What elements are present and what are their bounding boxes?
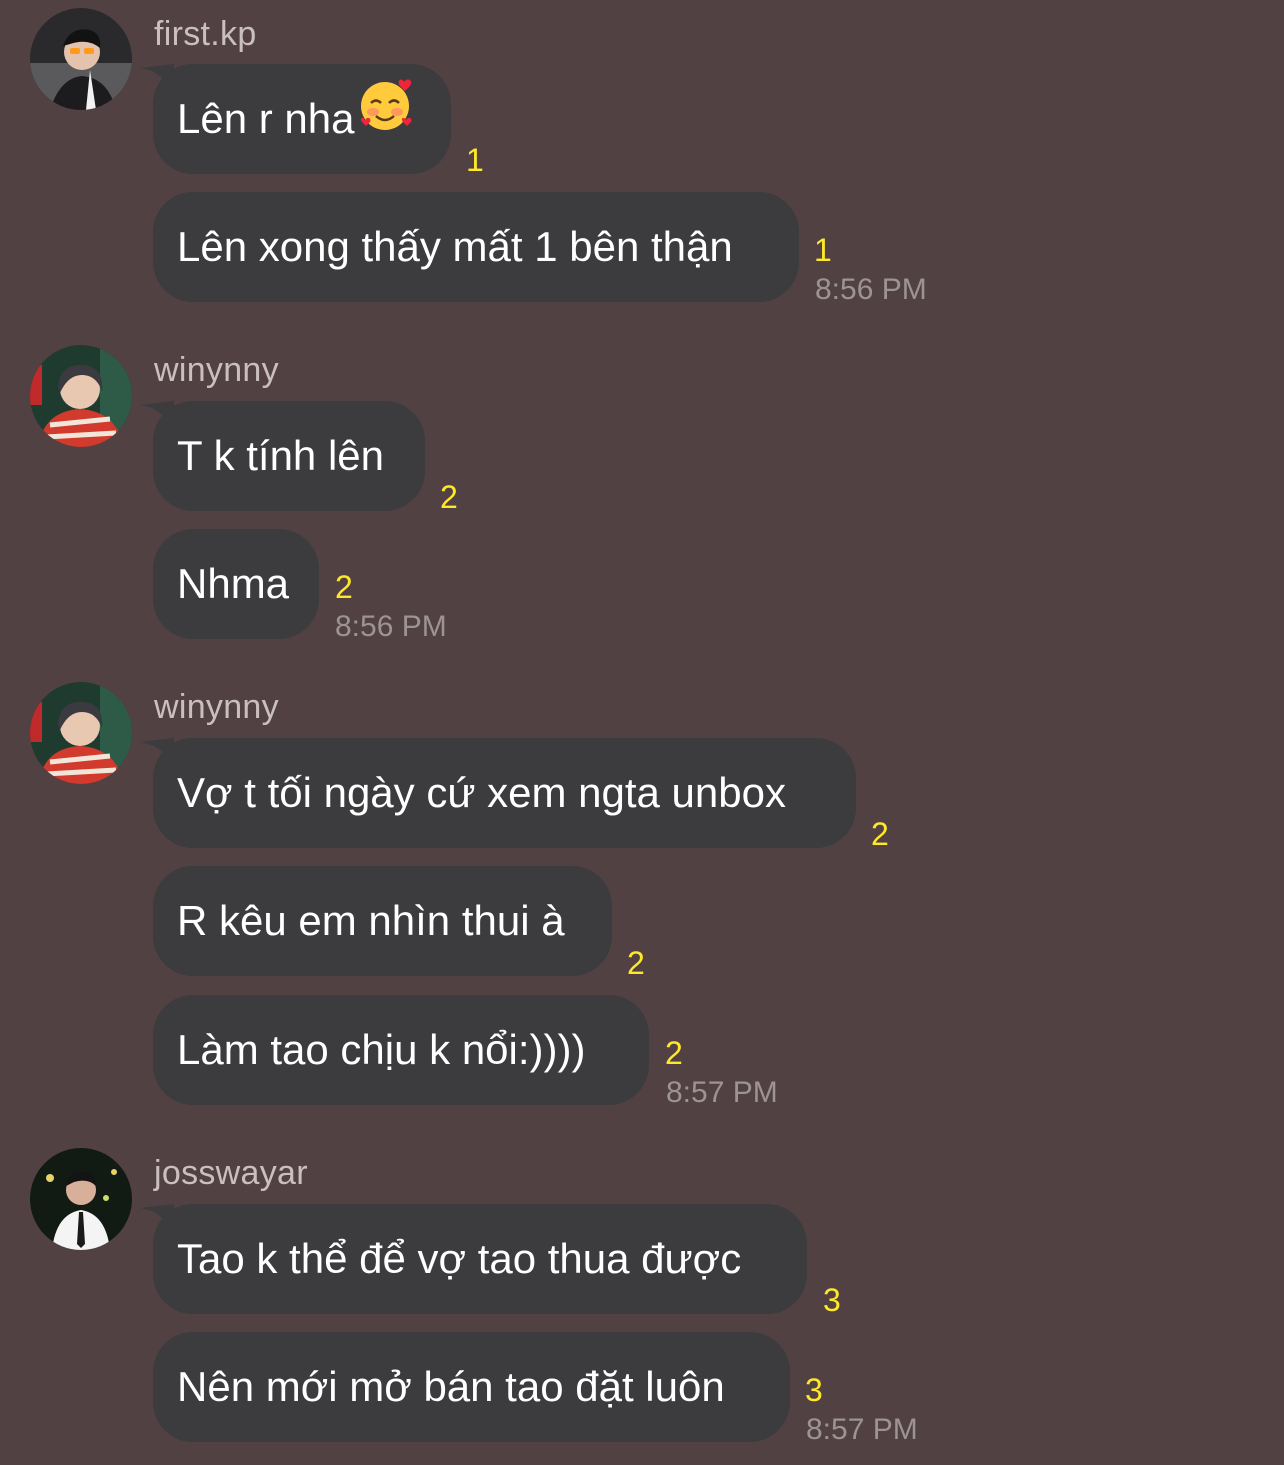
message-text: Lên xong thấy mất 1 bên thận <box>177 223 733 270</box>
message-text: Nhma <box>177 560 290 607</box>
profile-photo <box>30 682 132 784</box>
message-bubble[interactable]: Nên mới mở bán tao đặt luôn <box>153 1332 790 1442</box>
seen-count: 3 <box>805 1372 823 1408</box>
timestamp: 8:57 PM <box>666 1076 778 1109</box>
avatar[interactable] <box>30 1148 132 1250</box>
seen-count: 2 <box>871 816 889 852</box>
message-text: R kêu em nhìn thui à <box>177 897 565 944</box>
profile-photo <box>30 345 132 447</box>
timestamp: 8:56 PM <box>815 273 927 306</box>
seen-count: 3 <box>823 1282 841 1318</box>
message-text: Nên mới mở bán tao đặt luôn <box>177 1363 725 1410</box>
message-text: T k tính lên <box>177 432 385 479</box>
message-bubble[interactable]: R kêu em nhìn thui à <box>153 866 612 976</box>
timestamp: 8:57 PM <box>806 1413 918 1446</box>
message-bubble[interactable]: Lên r nha <box>153 64 451 174</box>
seen-count: 2 <box>440 479 458 515</box>
message-text: Tao k thể để vợ tao thua được <box>177 1235 742 1282</box>
profile-photo <box>30 8 132 110</box>
message-bubble[interactable]: Làm tao chịu k nổi:)))) <box>153 995 649 1105</box>
sender-name[interactable]: first.kp <box>154 14 257 54</box>
message-bubble[interactable]: Lên xong thấy mất 1 bên thận <box>153 192 799 302</box>
message-bubble[interactable]: Tao k thể để vợ tao thua được <box>153 1204 807 1314</box>
smiling-face-with-hearts-icon <box>358 63 414 173</box>
seen-count: 2 <box>335 569 353 605</box>
seen-count: 2 <box>665 1035 683 1071</box>
avatar[interactable] <box>30 345 132 447</box>
seen-count: 1 <box>814 232 832 268</box>
avatar[interactable] <box>30 682 132 784</box>
profile-photo <box>30 1148 132 1250</box>
message-bubble[interactable]: Vợ t tối ngày cứ xem ngta unbox <box>153 738 856 848</box>
message-bubble[interactable]: Nhma <box>153 529 319 639</box>
sender-name[interactable]: winynny <box>154 687 279 727</box>
message-text: Làm tao chịu k nổi:)))) <box>177 1026 586 1073</box>
message-bubble[interactable]: T k tính lên <box>153 401 425 511</box>
seen-count: 1 <box>466 142 484 178</box>
message-text: Vợ t tối ngày cứ xem ngta unbox <box>177 769 786 816</box>
timestamp: 8:56 PM <box>335 610 447 643</box>
avatar[interactable] <box>30 8 132 110</box>
sender-name[interactable]: winynny <box>154 350 279 390</box>
sender-name[interactable]: josswayar <box>154 1153 308 1193</box>
seen-count: 2 <box>627 945 645 981</box>
message-text: Lên r nha <box>177 95 355 142</box>
